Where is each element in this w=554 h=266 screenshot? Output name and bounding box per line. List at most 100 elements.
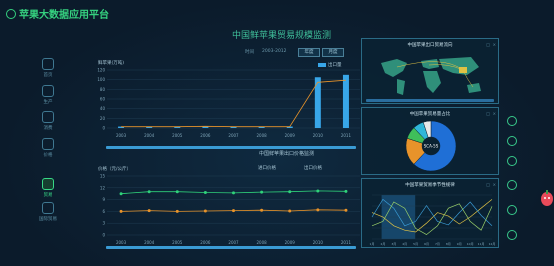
x-tick-label: 6月 [424,242,429,246]
y-tick-label: 80 [100,87,106,92]
x-tick-label: 2008 [257,240,268,245]
y-tick-label: 0 [102,126,105,131]
panel-expand-icon[interactable]: □ [486,182,490,187]
map-panel-title: 中国苹果出口贸易流向 [407,43,453,48]
page-title: 中国鲜苹果贸易规模监测 [232,31,332,41]
apple-stem [546,190,548,194]
settings-icon[interactable] [507,205,517,215]
bar [342,74,349,128]
x-tick-label: 1月 [370,242,375,246]
y-tick-label: 100 [97,77,105,82]
y-tick-label: 40 [100,106,106,111]
y-tick-label: 12 [100,185,106,190]
scroll-thumb[interactable] [366,99,494,102]
x-tick-label: 2006 [200,240,211,245]
x-tick-label: 2010 [313,240,324,245]
more-icon[interactable] [507,230,517,240]
data-point [344,189,348,193]
global-trade-icon [42,202,54,214]
price-legend[interactable]: 进口价格 出口价格 [258,165,322,171]
sidebar-item-production[interactable]: 生产 [36,85,60,105]
bar-chart: 0 20 40 60 80 100 120 2003 2004 2005 2006 2007 2008 2… [97,68,360,138]
map-south-america [397,79,405,95]
y-tick-label: 20 [100,116,106,121]
x-tick-label: 2004 [144,240,155,245]
data-point [232,191,235,195]
app-brand[interactable]: 苹果大数据应用平台 [6,6,109,21]
x-tick-label: 7月 [435,242,440,246]
x-tick-label: 2003 [116,240,127,245]
monthly-button[interactable]: 月度 [322,48,344,57]
panel-close-icon[interactable]: × [493,182,496,187]
seasonal-panel-title: 中国苹果贸易季节性规律 [405,183,455,188]
panel-expand-icon[interactable]: □ [486,111,490,116]
sidebar-item-consumption[interactable]: 消费 [36,111,60,131]
panel-close-icon[interactable]: × [493,42,496,47]
data-point [260,208,264,212]
x-tick-label: 2011 [341,240,352,245]
y-tick-label: 60 [100,97,106,102]
x-tick-label: 8月 [446,242,451,246]
trend-icon[interactable] [507,156,517,166]
data-point [260,190,264,194]
x-tick-label: 3月 [391,242,396,246]
pie-center-label: SCA-5S [424,144,439,149]
x-tick-label: 2011 [341,133,352,138]
scroll-thumb[interactable] [106,246,356,249]
x-tick-label: 2003 [116,133,127,138]
layers-icon[interactable] [507,180,517,190]
home-icon [42,58,54,70]
x-tick-label: 5月 [413,242,418,246]
seasonal-line-chart: 1月 2月 3月 4月 5月 6月 7月 8月 9月 10月 11月 12月 [370,194,495,246]
annual-button[interactable]: 年度 [298,48,320,57]
brand-logo-icon [6,8,16,19]
price-chart-title: 中国鲜苹果出口价格监测 [259,151,315,157]
sidebar-item-global-trade[interactable]: 国际贸易 [36,202,60,222]
data-point [232,209,235,213]
map-north-america [381,59,407,77]
apple-mascot[interactable] [540,188,554,210]
x-tick-label: 2009 [285,240,296,245]
data-point [316,189,320,193]
map-australia [467,83,481,93]
map-scrollbar[interactable] [366,99,494,102]
panel-close-icon[interactable]: × [493,111,496,116]
x-tick-label: 2009 [285,133,296,138]
data-point [288,190,292,194]
apple-eye [544,197,546,199]
apple-body [541,192,553,206]
data-point [119,209,123,213]
sidebar-item-trade[interactable]: 贸易 [36,178,60,198]
legend-import: 进口价格 [258,166,276,171]
share-panel: 中国苹果贸易量占比 □ × SCA-5S [361,107,499,175]
bar-chart-scrollbar[interactable] [106,146,356,149]
x-tick-label: 2004 [144,133,155,138]
legend-export: 出口价格 [304,166,322,171]
share-pie-chart: SCA-5S [405,120,457,172]
bar-trend-line [121,79,346,128]
chart-icon[interactable] [507,116,517,126]
data-point [147,209,151,213]
data-point [175,190,179,194]
x-tick-label: 2010 [313,133,324,138]
x-tick-label: 9月 [457,242,462,246]
x-tick-label: 2005 [172,133,183,138]
sidebar-item-price[interactable]: 价格 [36,138,60,158]
map-africa [423,71,441,93]
sidebar-item-home[interactable]: 首页 [36,58,60,78]
y-tick-label: 120 [97,68,105,73]
period-value[interactable]: 2003-2012 [262,49,287,54]
line-chart-scrollbar[interactable] [106,246,356,249]
trade-icon [42,178,54,190]
line-icon[interactable] [507,136,517,146]
share-panel-title: 中国苹果贸易量占比 [409,112,451,117]
production-icon [42,85,54,97]
scroll-thumb[interactable] [106,146,356,149]
panel-expand-icon[interactable]: □ [486,42,490,47]
data-point [147,190,151,194]
x-tick-label: 2月 [380,242,385,246]
data-point [344,208,348,212]
price-line-chart: 0 3 6 9 12 15 2003 2004 2005 2006 2007 2008 2009 2010… [100,174,360,245]
y-tick-label: 0 [102,233,105,238]
x-tick-label: 2008 [257,133,268,138]
